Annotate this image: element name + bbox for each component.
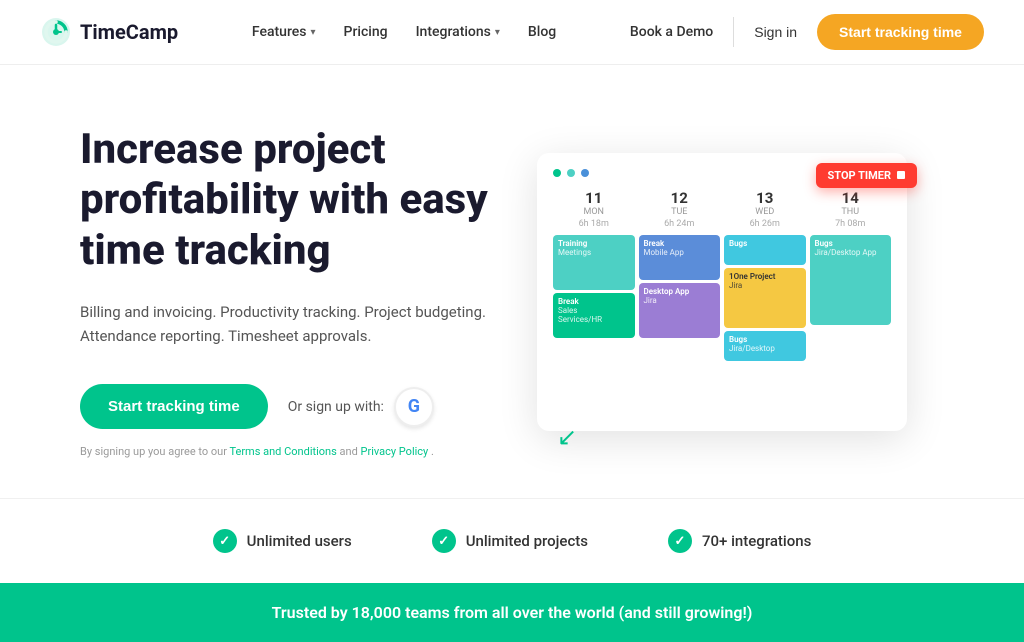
stop-icon: [897, 171, 905, 179]
dot-green: [553, 169, 561, 177]
nav-integrations[interactable]: Integrations ▾: [416, 24, 500, 40]
calendar-body: Training Meetings Break Sales Services/H…: [553, 235, 891, 415]
cal-event-bugs-jira-desktop: Bugs Jira/Desktop: [724, 331, 806, 361]
check-icon-integrations: ✓: [668, 529, 692, 553]
cal-day-12: 12 TUE 6h 24m: [639, 189, 721, 229]
feature-integrations: ✓ 70+ integrations: [668, 529, 811, 553]
check-icon-projects: ✓: [432, 529, 456, 553]
signup-with: Or sign up with: G: [288, 387, 434, 427]
features-strip: ✓ Unlimited users ✓ Unlimited projects ✓…: [0, 498, 1024, 583]
cal-event-desktop-app: Desktop App Jira: [639, 283, 721, 338]
book-demo-link[interactable]: Book a Demo: [630, 24, 713, 40]
timecamp-logo-icon: [40, 16, 72, 48]
cal-col-thu: Bugs Jira/Desktop App: [810, 235, 892, 415]
stop-timer-badge[interactable]: STOP TIMER: [816, 163, 917, 188]
privacy-link[interactable]: Privacy Policy: [361, 445, 429, 458]
legal-text: By signing up you agree to our Terms and…: [80, 445, 500, 458]
start-tracking-button[interactable]: Start tracking time: [80, 384, 268, 429]
hero-right: 11 MON 6h 18m 12 TUE 6h 24m 13 WED 6h 26…: [500, 153, 944, 431]
calendar-arrow: ↙: [557, 423, 577, 451]
feature-label-projects: Unlimited projects: [466, 532, 588, 550]
hero-subtitle: Billing and invoicing. Productivity trac…: [80, 300, 500, 348]
hero-title: Increase project profitability with easy…: [80, 125, 500, 276]
cal-col-wed: Bugs 1One Project Jira Bugs Jira/Desktop: [724, 235, 806, 415]
nav-pricing[interactable]: Pricing: [344, 24, 388, 40]
feature-label-users: Unlimited users: [247, 532, 352, 550]
calendar-header: 11 MON 6h 18m 12 TUE 6h 24m 13 WED 6h 26…: [553, 189, 891, 229]
cal-event-bugs-wed: Bugs: [724, 235, 806, 265]
cal-event-one-project: 1One Project Jira: [724, 268, 806, 328]
cal-day-14: 14 THU 7h 08m: [810, 189, 892, 229]
trust-text: Trusted by 18,000 teams from all over th…: [272, 603, 753, 622]
cal-day-13: 13 WED 6h 26m: [724, 189, 806, 229]
google-signup-button[interactable]: G: [394, 387, 434, 427]
check-icon-users: ✓: [213, 529, 237, 553]
integrations-dropdown-arrow: ▾: [495, 27, 500, 38]
nav-divider: [733, 17, 734, 47]
logo-link[interactable]: TimeCamp: [40, 16, 178, 48]
sign-in-button[interactable]: Sign in: [754, 24, 797, 40]
feature-unlimited-projects: ✓ Unlimited projects: [432, 529, 588, 553]
dot-blue: [581, 169, 589, 177]
hero-section: Increase project profitability with easy…: [0, 65, 1024, 498]
nav-blog[interactable]: Blog: [528, 24, 556, 40]
navbar: TimeCamp Features ▾ Pricing Integrations…: [0, 0, 1024, 65]
nav-cta-button[interactable]: Start tracking time: [817, 14, 984, 50]
cal-col-tue: Break Mobile App Desktop App Jira: [639, 235, 721, 415]
calendar-widget: 11 MON 6h 18m 12 TUE 6h 24m 13 WED 6h 26…: [537, 153, 907, 431]
cal-col-mon: Training Meetings Break Sales Services/H…: [553, 235, 635, 415]
dot-teal: [567, 169, 575, 177]
nav-links: Features ▾ Pricing Integrations ▾ Blog: [252, 24, 556, 40]
nav-right: Book a Demo Sign in Start tracking time: [630, 14, 984, 50]
cal-event-break-sales: Break Sales Services/HR: [553, 293, 635, 338]
cal-event-bugs-thu: Bugs Jira/Desktop App: [810, 235, 892, 325]
hero-actions: Start tracking time Or sign up with: G: [80, 384, 500, 429]
terms-link[interactable]: Terms and Conditions: [229, 445, 336, 458]
logo-text: TimeCamp: [80, 20, 178, 44]
hero-left: Increase project profitability with easy…: [80, 125, 500, 458]
features-dropdown-arrow: ▾: [311, 27, 316, 38]
feature-label-integrations: 70+ integrations: [702, 532, 811, 550]
nav-features[interactable]: Features ▾: [252, 24, 316, 40]
cal-event-training: Training Meetings: [553, 235, 635, 290]
cal-day-11: 11 MON 6h 18m: [553, 189, 635, 229]
feature-unlimited-users: ✓ Unlimited users: [213, 529, 352, 553]
cal-event-break-mobile: Break Mobile App: [639, 235, 721, 280]
trust-banner: Trusted by 18,000 teams from all over th…: [0, 583, 1024, 642]
